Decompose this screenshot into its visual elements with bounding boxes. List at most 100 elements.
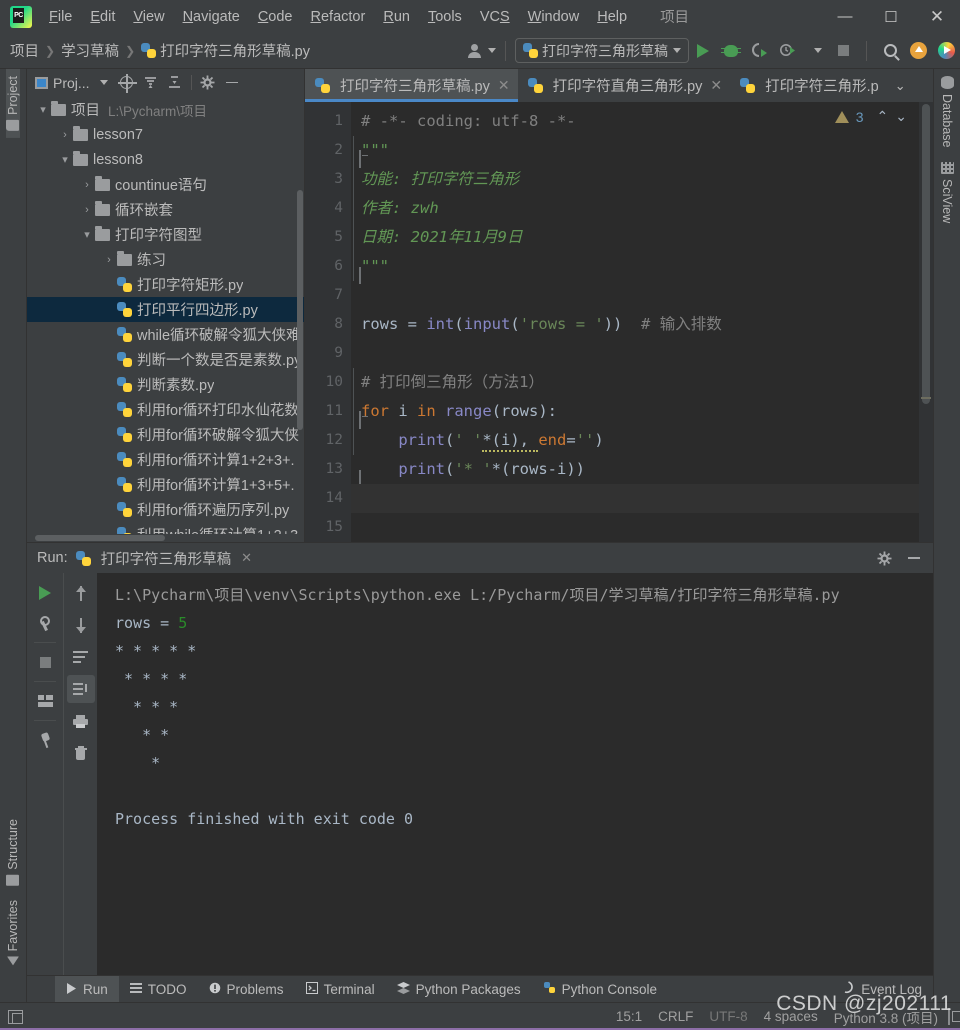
stop-button[interactable]: [31, 648, 59, 676]
menu-vcs[interactable]: VCS: [471, 6, 519, 28]
editor-gutter[interactable]: 1 2 3 4 5 6 7 8 9 10 11 12 13 14 15: [305, 102, 368, 542]
prev-problem-button[interactable]: ⌃: [877, 108, 889, 125]
project-tree-vscrollbar[interactable]: [296, 96, 304, 534]
indent-setting[interactable]: 4 spaces: [764, 1009, 818, 1024]
debug-button[interactable]: [717, 37, 745, 65]
inspection-widget[interactable]: 3 ⌃ ⌄: [834, 108, 907, 125]
stop-button[interactable]: [829, 37, 857, 65]
file-encoding[interactable]: UTF-8: [709, 1009, 747, 1024]
sidebar-item-project[interactable]: Project: [6, 69, 20, 138]
tree-item[interactable]: ›利用while循环计算1+2+3: [27, 522, 304, 534]
tree-item[interactable]: ›打印平行四边形.py: [27, 297, 304, 322]
editor-tab[interactable]: 打印字符直角三角形.py ✕: [518, 69, 731, 102]
code-line[interactable]: rows = int(input('rows = ')) # 输入排数: [361, 310, 933, 339]
tree-item[interactable]: ▾ lesson8: [27, 147, 304, 172]
show-tool-windows-icon[interactable]: [8, 1009, 23, 1024]
project-tree-hscrollbar[interactable]: [27, 534, 304, 542]
tree-item[interactable]: ›利用for循环计算1+2+3+.: [27, 447, 304, 472]
next-problem-button[interactable]: ⌄: [895, 108, 907, 125]
code-line[interactable]: [361, 339, 933, 368]
menu-edit[interactable]: Edit: [81, 6, 124, 28]
chevron-right-icon[interactable]: ›: [57, 129, 73, 141]
run-configuration-selector[interactable]: 打印字符三角形草稿: [515, 38, 689, 63]
run-settings-button[interactable]: [873, 547, 895, 569]
chevron-right-icon[interactable]: ›: [101, 254, 117, 266]
code-line[interactable]: # 打印倒三角形（方法1）: [361, 368, 933, 397]
breadcrumb-item-2[interactable]: 打印字符三角形草稿.py: [160, 40, 310, 61]
tree-item[interactable]: ›利用for循环破解令狐大侠: [27, 422, 304, 447]
code-line[interactable]: print('* '*(rows-i)): [361, 455, 933, 484]
edit-configuration-button[interactable]: [31, 609, 59, 637]
breadcrumb-item-0[interactable]: 项目: [10, 40, 39, 61]
bottom-tab-terminal[interactable]: Terminal: [295, 976, 386, 1002]
sidebar-item-favorites[interactable]: Favorites: [6, 893, 20, 972]
tree-item[interactable]: ›while循环破解令狐大侠难: [27, 322, 304, 347]
bottom-tab-run[interactable]: Run: [55, 976, 119, 1002]
run-button[interactable]: [689, 37, 717, 65]
menu-file[interactable]: File: [40, 6, 81, 28]
code-line[interactable]: [361, 281, 933, 310]
sidebar-item-database[interactable]: Database: [940, 69, 954, 155]
caret-position[interactable]: 15:1: [616, 1009, 642, 1024]
bottom-tab-python-packages[interactable]: Python Packages: [386, 976, 532, 1002]
tree-item[interactable]: ›判断一个数是否是素数.py: [27, 347, 304, 372]
code-line[interactable]: print(' '*(i), end=''): [361, 426, 933, 455]
soft-wrap-button[interactable]: [67, 643, 95, 671]
menu-window[interactable]: Window: [519, 6, 589, 28]
chevron-down-icon[interactable]: ▾: [35, 103, 51, 116]
settings-button[interactable]: [197, 72, 219, 94]
menu-code[interactable]: Code: [249, 6, 302, 28]
tree-item[interactable]: › lesson7: [27, 122, 304, 147]
bottom-tab-event-log[interactable]: Event Log: [831, 976, 933, 1002]
down-button[interactable]: [67, 611, 95, 639]
menu-refactor[interactable]: Refactor: [302, 6, 375, 28]
tree-item[interactable]: ›利用for循环遍历序列.py: [27, 497, 304, 522]
tree-item[interactable]: ▾ 项目 L:\Pycharm\项目: [27, 97, 304, 122]
update-project-button[interactable]: [904, 37, 932, 65]
editor-tab[interactable]: 打印字符三角形.p: [730, 69, 887, 102]
print-button[interactable]: [67, 707, 95, 735]
code-line[interactable]: 日期: 2021年11月9日: [361, 223, 933, 252]
code-line[interactable]: """: [361, 136, 933, 165]
rerun-button[interactable]: [31, 579, 59, 607]
code-line[interactable]: [361, 513, 933, 542]
menu-run[interactable]: Run: [374, 6, 419, 28]
editor-tab[interactable]: 打印字符三角形草稿.py ✕: [305, 69, 518, 102]
editor-scrollbar[interactable]: [919, 102, 933, 542]
search-everywhere-button[interactable]: [876, 37, 904, 65]
datalore-button[interactable]: [932, 37, 960, 65]
menu-help[interactable]: Help: [588, 6, 636, 28]
run-console-output[interactable]: L:\Pycharm\项目\venv\Scripts\python.exe L:…: [97, 573, 933, 975]
tree-item[interactable]: ›打印字符矩形.py: [27, 272, 304, 297]
menu-tools[interactable]: Tools: [419, 6, 471, 28]
close-icon[interactable]: ✕: [498, 77, 510, 94]
select-opened-file-button[interactable]: [116, 72, 138, 94]
close-icon[interactable]: ✕: [241, 550, 252, 566]
chevron-down-icon[interactable]: ▾: [79, 228, 95, 241]
tree-item[interactable]: › 练习: [27, 247, 304, 272]
run-tab[interactable]: 打印字符三角形草稿 ✕: [75, 548, 252, 569]
sidebar-item-sciview[interactable]: SciView: [940, 155, 954, 230]
code-line[interactable]: 作者: zwh: [361, 194, 933, 223]
bottom-tab-problems[interactable]: Problems: [198, 976, 295, 1002]
tree-item[interactable]: › countinue语句: [27, 172, 304, 197]
close-button[interactable]: ✕: [914, 0, 960, 33]
collapse-all-button[interactable]: [164, 72, 186, 94]
expand-all-button[interactable]: [140, 72, 162, 94]
chevron-right-icon[interactable]: ›: [79, 179, 95, 191]
chevron-down-icon[interactable]: ⌄: [887, 69, 914, 102]
status-extra-icon[interactable]: [948, 1008, 950, 1025]
project-pane-title[interactable]: Proj...: [35, 75, 108, 91]
line-separator[interactable]: CRLF: [658, 1009, 693, 1024]
breadcrumb-item-1[interactable]: 学习草稿: [61, 40, 119, 61]
profile-button[interactable]: [773, 37, 801, 65]
editor-code[interactable]: # -*- coding: utf-8 -*- """ 功能: 打印字符三角形 作者:…: [351, 102, 933, 542]
code-line[interactable]: for i in range(rows):: [361, 397, 933, 426]
sidebar-item-structure[interactable]: Structure: [6, 812, 20, 893]
vcs-user-widget[interactable]: [467, 43, 496, 58]
tree-item[interactable]: › 循环嵌套: [27, 197, 304, 222]
code-line[interactable]: """: [361, 252, 933, 281]
minimize-button[interactable]: —: [822, 0, 868, 33]
tree-item[interactable]: ›利用for循环计算1+3+5+.: [27, 472, 304, 497]
code-line[interactable]: 功能: 打印字符三角形: [361, 165, 933, 194]
